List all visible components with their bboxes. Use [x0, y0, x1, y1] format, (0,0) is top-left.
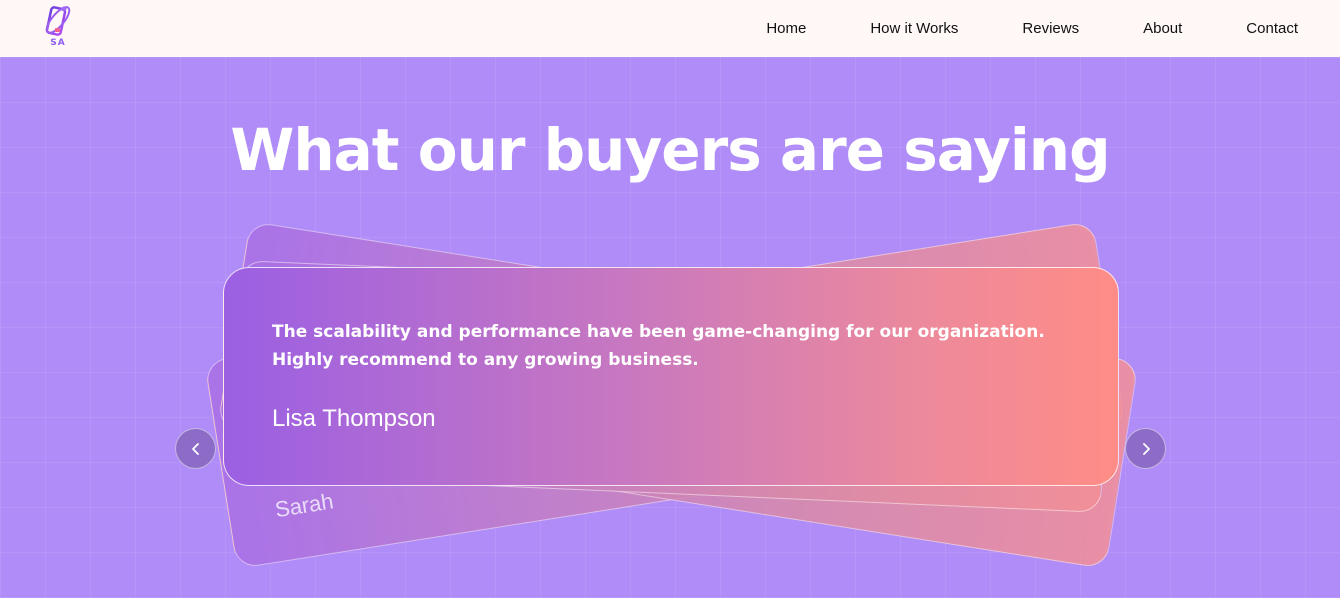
logo-text: SA — [50, 38, 66, 48]
chevron-left-icon — [191, 442, 199, 455]
chevron-right-icon — [1142, 442, 1150, 455]
nav-about-link[interactable]: About — [1143, 20, 1182, 37]
nav-how-it-works-link[interactable]: How it Works — [870, 20, 958, 37]
section-title: What our buyers are saying — [230, 116, 1110, 184]
nav-reviews-link[interactable]: Reviews — [1022, 20, 1079, 37]
testimonial-card-active: The scalability and performance have bee… — [223, 267, 1119, 486]
testimonial-quote: The scalability and performance have bee… — [272, 322, 1045, 370]
testimonials-section: What our buyers are saying Sarah The sca… — [0, 57, 1340, 598]
prev-testimonial-button[interactable] — [175, 428, 216, 469]
navbar: SA Home How it Works Reviews About Conta… — [0, 0, 1340, 57]
testimonial-author: Lisa Thompson — [272, 405, 436, 432]
nav-home-link[interactable]: Home — [766, 20, 806, 37]
nav-contact-link[interactable]: Contact — [1246, 20, 1298, 37]
next-testimonial-button[interactable] — [1125, 428, 1166, 469]
back-card-author: Sarah — [273, 488, 336, 523]
nav-links: Home How it Works Reviews About Contact — [702, 0, 1298, 57]
brand-logo[interactable]: SA — [40, 3, 76, 51]
phone-orbit-logo-icon — [45, 6, 71, 36]
